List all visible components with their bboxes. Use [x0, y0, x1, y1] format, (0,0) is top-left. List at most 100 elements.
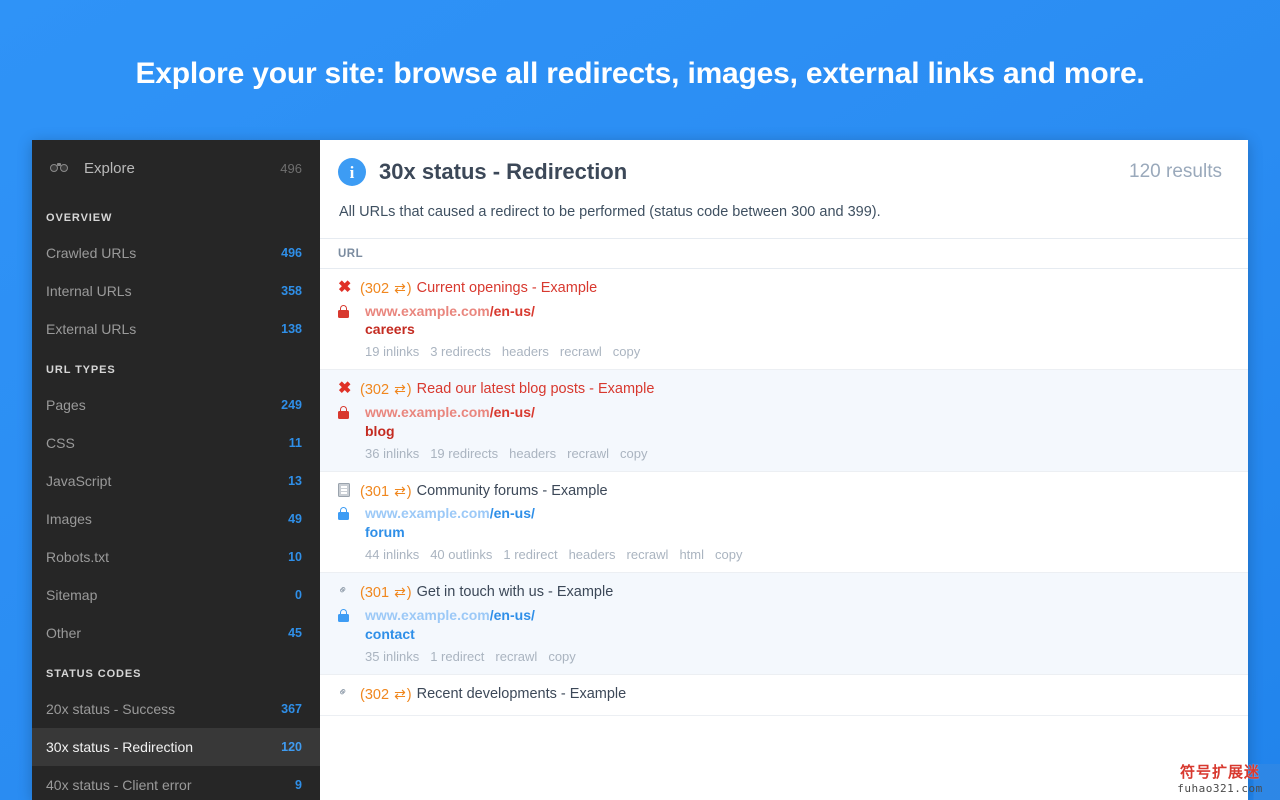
table-row[interactable]: ⚭ (301 ⇄) Get in touch with us - Example ww…: [320, 573, 1248, 675]
row-url-line: www.example.com/en-us/: [338, 403, 1230, 422]
row-url[interactable]: www.example.com/en-us/: [360, 302, 535, 321]
row-title-line: ✖ (302 ⇄) Read our latest blog posts - Exa…: [338, 380, 1230, 401]
row-action-copy[interactable]: copy: [715, 547, 742, 562]
content-panel: i 30x status - Redirection 120 results A…: [320, 140, 1248, 800]
sidebar-item-label: Pages: [46, 397, 86, 413]
row-action-recrawl[interactable]: recrawl: [567, 446, 609, 461]
sidebar-item-crawled-urls[interactable]: Crawled URLs 496: [32, 234, 320, 272]
row-action-copy[interactable]: copy: [548, 649, 575, 664]
sidebar-explore-count: 496: [280, 160, 302, 176]
row-actions: 35 inlinks 1 redirect recrawl copy: [338, 649, 1230, 664]
sidebar: Explore 496 OVERVIEW Crawled URLs 496 Inter…: [32, 140, 320, 800]
row-action-headers[interactable]: headers: [509, 446, 556, 461]
table-row[interactable]: ⚭ (302 ⇄) Recent developments - Example: [320, 674, 1248, 717]
row-url-slug[interactable]: forum: [338, 524, 1230, 540]
row-title-line: ⚭ (302 ⇄) Recent developments - Example: [335, 683, 1230, 706]
row-action-headers[interactable]: headers: [569, 547, 616, 562]
row-page-title[interactable]: Get in touch with us - Example: [412, 583, 614, 603]
row-action-1-redirect[interactable]: 1 redirect: [503, 547, 557, 562]
row-action-19-inlinks[interactable]: 19 inlinks: [365, 344, 419, 359]
row-action-19-redirects[interactable]: 19 redirects: [430, 446, 498, 461]
row-action-35-inlinks[interactable]: 35 inlinks: [365, 649, 419, 664]
row-page-title[interactable]: Current openings - Example: [412, 279, 598, 299]
content-header-top: i 30x status - Redirection 120 results: [338, 158, 1226, 186]
row-actions: 36 inlinks 19 redirects headers recrawl copy: [338, 446, 1230, 461]
table-row[interactable]: ✖ (302 ⇄) Current openings - Example www.ex…: [320, 269, 1248, 371]
row-url[interactable]: www.example.com/en-us/: [360, 403, 535, 422]
row-action-36-inlinks[interactable]: 36 inlinks: [365, 446, 419, 461]
row-url-slug[interactable]: blog: [338, 423, 1230, 439]
sidebar-item-javascript[interactable]: JavaScript 13: [32, 462, 320, 500]
sidebar-explore-label: Explore: [84, 159, 135, 177]
sidebar-item-count: 45: [288, 626, 302, 640]
status-code-value: (302: [360, 281, 394, 297]
row-action-recrawl[interactable]: recrawl: [627, 547, 669, 562]
sidebar-item-other[interactable]: Other 45: [32, 614, 320, 652]
status-code-badge: (302 ⇄): [360, 380, 412, 401]
promo-banner: Explore your site: browse all redirects,…: [0, 0, 1280, 140]
row-url-path: /en-us/: [489, 505, 535, 522]
row-action-3-redirects[interactable]: 3 redirects: [430, 344, 491, 359]
sidebar-item-internal-urls[interactable]: Internal URLs 358: [32, 272, 320, 310]
sidebar-item-20x-status-success[interactable]: 20x status - Success 367: [32, 690, 320, 728]
row-action-44-inlinks[interactable]: 44 inlinks: [365, 547, 419, 562]
row-url-line: www.example.com/en-us/: [338, 606, 1230, 625]
sidebar-item-count: 367: [281, 702, 302, 716]
row-action-copy[interactable]: copy: [620, 446, 647, 461]
info-circle-icon: i: [338, 158, 366, 186]
sidebar-item-label: Internal URLs: [46, 283, 132, 299]
row-url-domain: www.example.com: [365, 505, 490, 522]
sidebar-item-40x-status-client-error[interactable]: 40x status - Client error 9: [32, 766, 320, 800]
table-row[interactable]: ✖ (302 ⇄) Read our latest blog posts - Exa…: [320, 370, 1248, 472]
page-root: Explore your site: browse all redirects,…: [0, 0, 1280, 800]
sidebar-item-robots-txt[interactable]: Robots.txt 10: [32, 538, 320, 576]
page-title: 30x status - Redirection: [379, 159, 628, 184]
sidebar-item-label: JavaScript: [46, 473, 112, 489]
row-action-recrawl[interactable]: recrawl: [560, 344, 602, 359]
sidebar-item-count: 10: [288, 550, 302, 564]
sidebar-item-pages[interactable]: Pages 249: [32, 386, 320, 424]
row-page-title[interactable]: Community forums - Example: [412, 482, 608, 502]
status-code-badge: (302 ⇄): [360, 279, 412, 300]
redirect-arrows-icon: ⇄: [394, 280, 406, 296]
row-action-40-outlinks[interactable]: 40 outlinks: [430, 547, 492, 562]
row-url[interactable]: www.example.com/en-us/: [360, 606, 535, 625]
row-url[interactable]: www.example.com/en-us/: [360, 504, 535, 523]
sidebar-item-count: 0: [295, 588, 302, 602]
status-code-value: (301: [360, 585, 394, 602]
row-url-domain: www.example.com: [365, 404, 490, 421]
sidebar-item-count: 496: [281, 246, 302, 260]
sidebar-item-label: 20x status - Success: [46, 701, 176, 717]
sidebar-explore-row[interactable]: Explore 496: [32, 140, 320, 196]
sidebar-item-label: Robots.txt: [46, 549, 110, 565]
sidebar-item-label: CSS: [46, 435, 75, 451]
redirect-arrows-icon: ⇄: [394, 584, 406, 601]
redirect-arrows-icon: ⇄: [394, 482, 406, 499]
status-code-badge: (301 ⇄): [360, 583, 412, 604]
sidebar-section-heading: STATUS CODES: [46, 668, 142, 680]
row-page-title[interactable]: Recent developments - Example: [412, 685, 627, 705]
row-action-headers[interactable]: headers: [502, 344, 549, 359]
sidebar-item-count: 11: [288, 436, 302, 450]
row-url-slug[interactable]: careers: [338, 321, 1230, 337]
table-row[interactable]: (301 ⇄) Community forums - Example www.exa…: [320, 471, 1248, 574]
row-action-copy[interactable]: copy: [613, 344, 640, 359]
row-title-line: (301 ⇄) Community forums - Example: [338, 482, 1230, 503]
sidebar-item-30x-status-redirection[interactable]: 30x status - Redirection 120: [32, 728, 320, 766]
sidebar-item-css[interactable]: CSS 11: [32, 424, 320, 462]
row-action-recrawl[interactable]: recrawl: [495, 649, 537, 664]
row-action-html[interactable]: html: [679, 547, 704, 562]
row-action-1-redirect[interactable]: 1 redirect: [430, 649, 484, 664]
content-header: i 30x status - Redirection 120 results A…: [320, 140, 1248, 238]
row-url-slug[interactable]: contact: [338, 626, 1230, 642]
sidebar-item-label: Images: [46, 511, 92, 527]
row-url-path: /en-us/: [489, 302, 535, 319]
results-count: 120 results: [1129, 161, 1222, 182]
sidebar-item-images[interactable]: Images 49: [32, 500, 320, 538]
sidebar-item-external-urls[interactable]: External URLs 138: [32, 310, 320, 348]
status-code-badge: (301 ⇄): [360, 482, 412, 503]
redirect-arrows-icon: ⇄: [394, 381, 406, 398]
app-window: Explore 496 OVERVIEW Crawled URLs 496 Inter…: [32, 140, 1248, 800]
row-page-title[interactable]: Read our latest blog posts - Example: [412, 380, 655, 400]
sidebar-item-sitemap[interactable]: Sitemap 0: [32, 576, 320, 614]
